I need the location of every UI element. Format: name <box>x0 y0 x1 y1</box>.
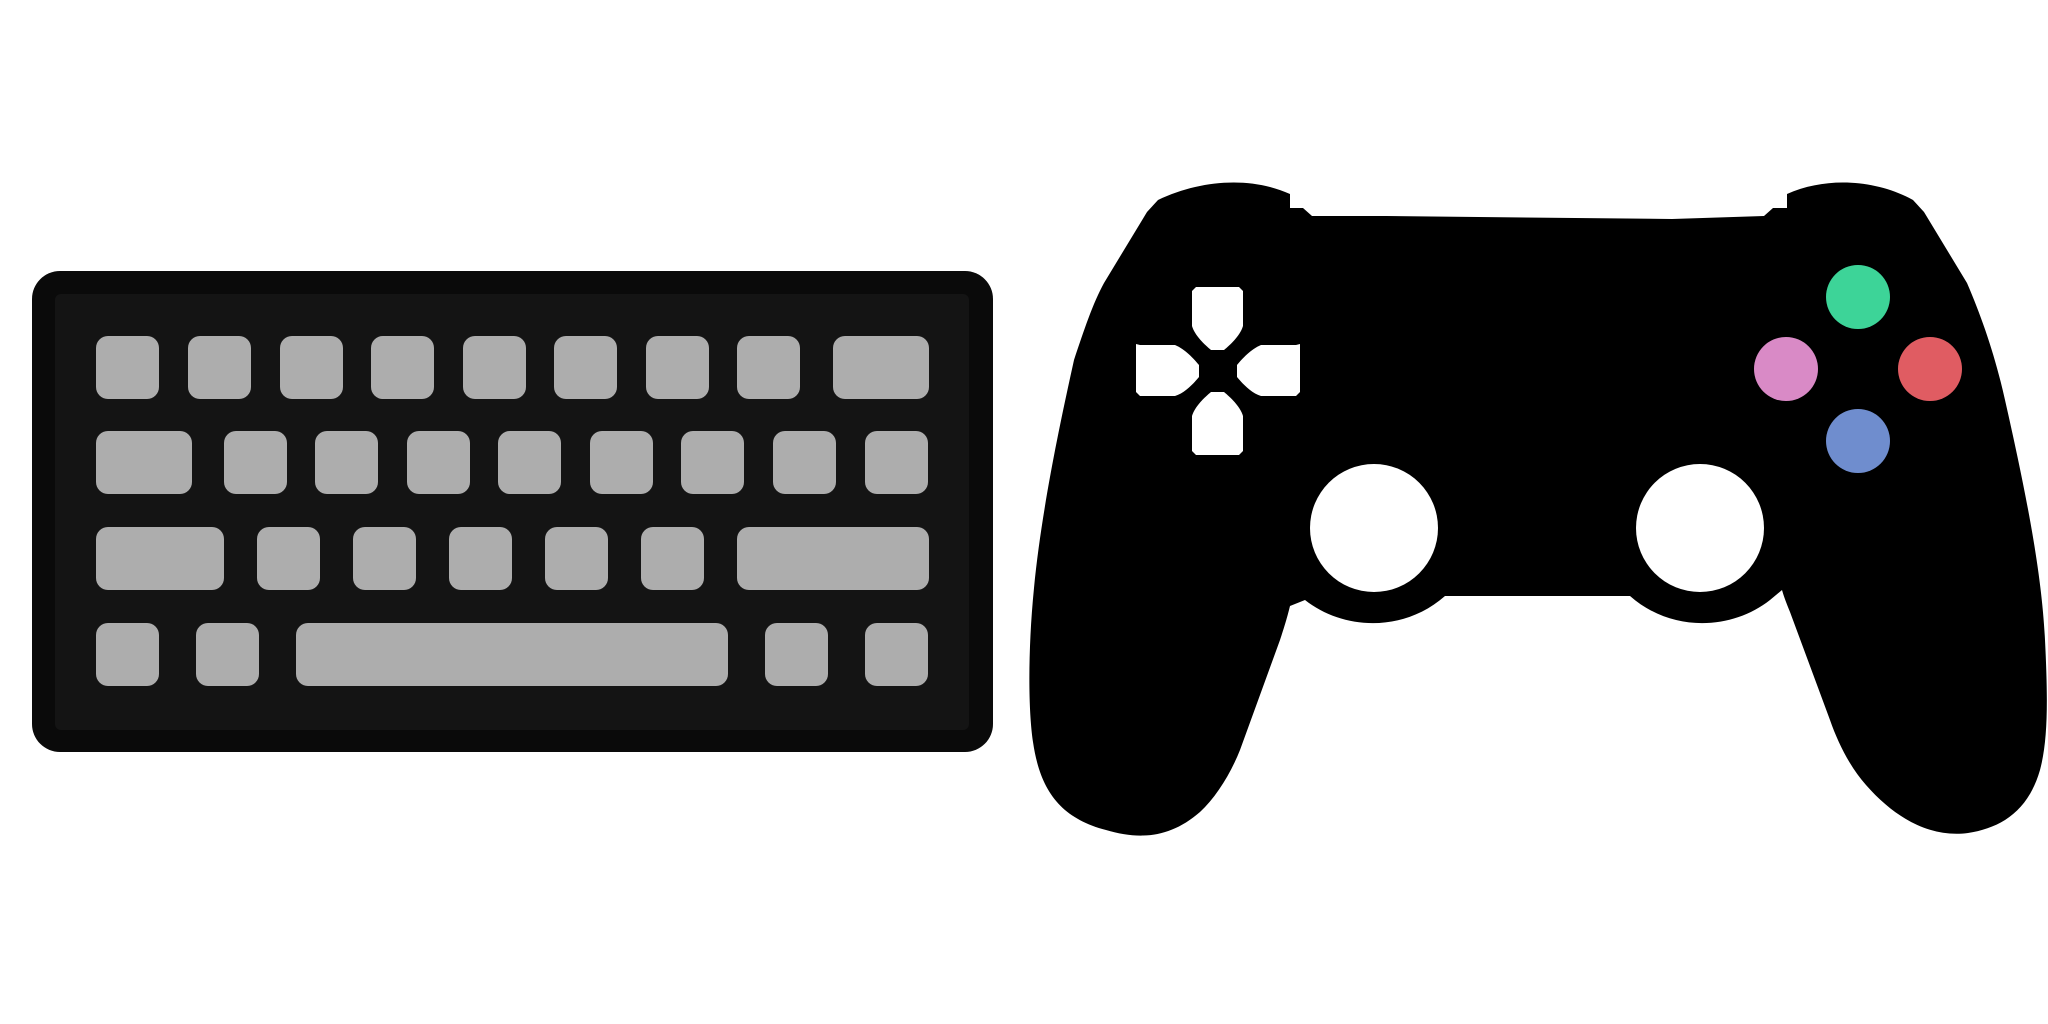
key <box>545 527 608 590</box>
key <box>865 431 928 494</box>
wide-key <box>833 336 929 399</box>
key <box>280 336 343 399</box>
key <box>681 431 744 494</box>
top-button <box>1826 265 1890 329</box>
illustration-canvas <box>0 0 2048 1024</box>
key <box>498 431 561 494</box>
key <box>353 527 416 590</box>
key <box>257 527 320 590</box>
enter-key <box>737 527 929 590</box>
key <box>224 431 287 494</box>
bottom-button <box>1826 409 1890 473</box>
key <box>554 336 617 399</box>
key <box>96 336 159 399</box>
key <box>407 431 470 494</box>
key <box>773 431 836 494</box>
key <box>196 623 259 686</box>
right-thumbstick <box>1636 464 1764 592</box>
key <box>865 623 928 686</box>
gamepad-icon <box>1029 182 2047 836</box>
key <box>737 336 800 399</box>
key <box>765 623 828 686</box>
key <box>449 527 512 590</box>
key <box>96 623 159 686</box>
key <box>646 336 709 399</box>
key <box>641 527 704 590</box>
left-thumbstick <box>1310 464 1438 592</box>
wide-key <box>96 431 192 494</box>
extra-wide-key <box>96 527 224 590</box>
right-button <box>1898 337 1962 401</box>
keyboard-icon <box>32 271 993 752</box>
key-row-4 <box>96 623 928 686</box>
input-devices-illustration <box>32 182 2047 836</box>
left-button <box>1754 337 1818 401</box>
spacebar <box>296 623 728 686</box>
key <box>463 336 526 399</box>
key <box>315 431 378 494</box>
key <box>188 336 251 399</box>
key <box>371 336 434 399</box>
gamepad-body <box>1029 182 2047 836</box>
key <box>590 431 653 494</box>
